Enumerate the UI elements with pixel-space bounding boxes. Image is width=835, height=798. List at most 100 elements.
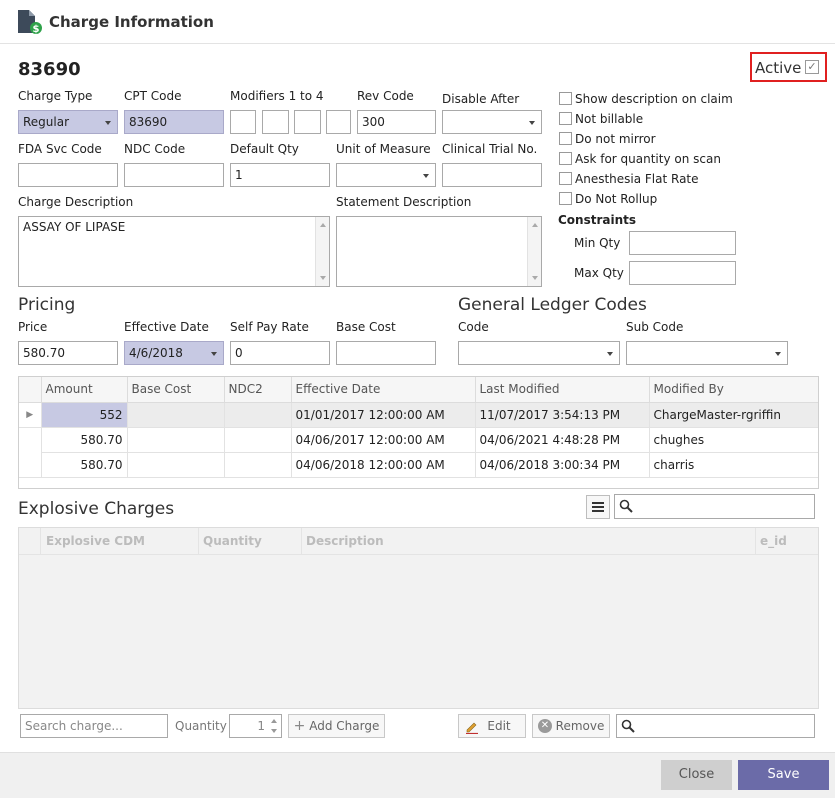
- close-button[interactable]: Close: [661, 760, 732, 790]
- save-button[interactable]: Save: [738, 760, 829, 790]
- active-label: Active: [755, 59, 802, 77]
- remove-label: Remove: [555, 719, 605, 733]
- charge-type-select[interactable]: Regular: [18, 110, 118, 134]
- active-checkbox[interactable]: ✓: [805, 60, 819, 74]
- remove-button[interactable]: ✕ Remove: [532, 714, 610, 738]
- quantity-stepper[interactable]: 1: [229, 714, 282, 738]
- charge-description-textarea[interactable]: ASSAY OF LIPASE: [18, 216, 330, 287]
- unit-of-measure-select[interactable]: [336, 163, 436, 187]
- column-header-description[interactable]: Description: [306, 534, 384, 548]
- table-cell: [224, 402, 292, 428]
- self-pay-rate-label: Self Pay Rate: [230, 320, 309, 334]
- do-not-mirror-checkbox[interactable]: [559, 132, 572, 145]
- price-input[interactable]: 580.70: [18, 341, 118, 365]
- explosive-search-input[interactable]: [614, 494, 815, 519]
- chevron-down-icon: [775, 352, 781, 356]
- base-cost-input[interactable]: [336, 341, 436, 365]
- modifier-1-input[interactable]: [230, 110, 256, 134]
- unit-of-measure-label: Unit of Measure: [336, 142, 431, 156]
- quantity-value: 1: [257, 719, 265, 733]
- show-description-label: Show description on claim: [575, 92, 733, 106]
- chevron-down-icon: [105, 121, 111, 125]
- search-icon: [621, 719, 635, 737]
- gl-sub-code-select[interactable]: [626, 341, 788, 365]
- scroll-down-icon[interactable]: [320, 276, 326, 280]
- column-header-effective-date[interactable]: Effective Date: [291, 377, 476, 403]
- bottom-search-input[interactable]: [616, 714, 815, 738]
- add-charge-button[interactable]: + Add Charge: [288, 714, 385, 738]
- current-row-indicator-icon: ▶: [19, 402, 42, 428]
- scroll-up-icon[interactable]: [532, 223, 538, 227]
- default-qty-input[interactable]: 1: [230, 163, 330, 187]
- table-row[interactable]: ▶ 552 01/01/2017 12:00:00 AM 11/07/2017 …: [19, 402, 818, 428]
- modifier-4-input[interactable]: [326, 110, 351, 134]
- min-qty-input[interactable]: [629, 231, 736, 255]
- disable-after-label: Disable After: [442, 92, 520, 106]
- statement-description-textarea[interactable]: [336, 216, 542, 287]
- column-header-e-id[interactable]: e_id: [760, 534, 787, 548]
- clinical-trial-input[interactable]: [442, 163, 542, 187]
- do-not-mirror-label: Do not mirror: [575, 132, 656, 146]
- scrollbar[interactable]: [315, 217, 329, 286]
- default-qty-label: Default Qty: [230, 142, 299, 156]
- anesthesia-flat-rate-checkbox[interactable]: [559, 172, 572, 185]
- self-pay-rate-input[interactable]: 0: [230, 341, 330, 365]
- chevron-down-icon: [607, 352, 613, 356]
- active-toggle[interactable]: Active ✓: [750, 52, 827, 82]
- not-billable-checkbox[interactable]: [559, 112, 572, 125]
- modifier-3-input[interactable]: [294, 110, 321, 134]
- do-not-rollup-checkbox[interactable]: [559, 192, 572, 205]
- column-header-ndc2[interactable]: NDC2: [224, 377, 292, 403]
- table-cell: chughes: [649, 427, 818, 453]
- constraints-heading: Constraints: [558, 213, 637, 227]
- pencil-icon: [465, 719, 479, 741]
- explosive-charges-grid: Explosive CDM Quantity Description e_id: [18, 527, 819, 709]
- table-cell: 580.70: [41, 452, 128, 478]
- table-cell: 04/06/2021 4:48:28 PM: [475, 427, 650, 453]
- scrollbar[interactable]: [527, 217, 541, 286]
- statement-description-label: Statement Description: [336, 195, 472, 209]
- ndc-code-input[interactable]: [124, 163, 224, 187]
- scroll-up-icon[interactable]: [320, 223, 326, 227]
- search-charge-input[interactable]: Search charge...: [20, 714, 168, 738]
- ask-quantity-checkbox[interactable]: [559, 152, 572, 165]
- table-row[interactable]: 580.70 04/06/2017 12:00:00 AM 04/06/2021…: [19, 427, 818, 453]
- remove-circle-icon: ✕: [538, 719, 552, 733]
- stepper-up-icon[interactable]: [271, 719, 277, 723]
- scroll-down-icon[interactable]: [532, 276, 538, 280]
- search-charge-placeholder: Search charge...: [25, 719, 123, 733]
- column-chooser-button[interactable]: [586, 495, 610, 519]
- show-description-checkbox[interactable]: [559, 92, 572, 105]
- max-qty-input[interactable]: [629, 261, 736, 285]
- price-label: Price: [18, 320, 48, 334]
- row-selector-header: [19, 377, 42, 403]
- disable-after-select[interactable]: [442, 110, 542, 134]
- edit-label: Edit: [487, 719, 511, 733]
- fda-svc-code-input[interactable]: [18, 163, 118, 187]
- window-title: Charge Information: [49, 13, 214, 31]
- edit-button[interactable]: Edit: [458, 714, 526, 738]
- modifier-2-input[interactable]: [262, 110, 289, 134]
- table-cell: 04/06/2018 3:00:34 PM: [475, 452, 650, 478]
- table-cell: [224, 427, 292, 453]
- column-header-base-cost[interactable]: Base Cost: [127, 377, 225, 403]
- table-row[interactable]: 580.70 04/06/2018 12:00:00 AM 04/06/2018…: [19, 452, 818, 478]
- column-header-amount[interactable]: Amount: [41, 377, 128, 403]
- stepper-down-icon[interactable]: [271, 729, 277, 733]
- cpt-code-label: CPT Code: [124, 89, 182, 103]
- row-selector: [19, 452, 42, 478]
- cpt-code-input[interactable]: 83690: [124, 110, 224, 134]
- column-header-explosive-cdm[interactable]: Explosive CDM: [46, 534, 145, 548]
- column-header-quantity[interactable]: Quantity: [203, 534, 262, 548]
- pricing-heading: Pricing: [18, 295, 76, 315]
- column-divider: [755, 528, 756, 555]
- table-cell: 580.70: [41, 427, 128, 453]
- table-cell: 04/06/2017 12:00:00 AM: [291, 427, 476, 453]
- gl-code-select[interactable]: [458, 341, 620, 365]
- effective-date-picker[interactable]: 4/6/2018: [124, 341, 224, 365]
- column-header-modified-by[interactable]: Modified By: [649, 377, 818, 403]
- rev-code-input[interactable]: 300: [357, 110, 436, 134]
- anesthesia-flat-rate-label: Anesthesia Flat Rate: [575, 172, 699, 186]
- column-header-last-modified[interactable]: Last Modified: [475, 377, 650, 403]
- table-cell: [224, 452, 292, 478]
